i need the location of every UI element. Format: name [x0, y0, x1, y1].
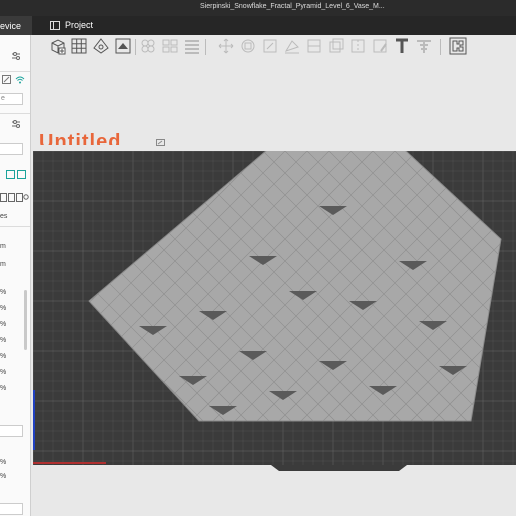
plate-name: Untitled: [39, 131, 122, 145]
lay-on-face-icon[interactable]: [283, 37, 301, 55]
unit-label: m: [0, 261, 6, 268]
move-icon[interactable]: [217, 37, 235, 55]
settings-sliders-icon[interactable]: [11, 51, 21, 61]
y-axis-line: [33, 390, 35, 450]
build-plate[interactable]: [33, 151, 516, 465]
project-icon: [50, 21, 60, 30]
rename-plate-icon[interactable]: [156, 139, 165, 146]
title-bar: Sierpinski_Snowflake_Fractal_Pyramid_Lev…: [0, 0, 516, 16]
support-paint-icon[interactable]: [327, 37, 345, 55]
seam-paint-icon[interactable]: [349, 37, 367, 55]
grid-arrange-icon[interactable]: [70, 37, 88, 55]
tab-bar: evice Project: [0, 16, 516, 35]
split-parts-icon[interactable]: [161, 37, 179, 55]
unit-label: %: [0, 473, 7, 480]
filament-field-text: e: [1, 95, 5, 102]
toolbar-separator: [135, 39, 136, 55]
setting-field[interactable]: [0, 503, 23, 515]
edit-icon[interactable]: [2, 75, 11, 84]
plate-handle: [33, 462, 407, 471]
unit-label: %: [0, 459, 7, 466]
sierpinski-pyramid-model[interactable]: [33, 151, 516, 465]
3d-viewport[interactable]: Untitled: [31, 35, 516, 516]
orient-icon[interactable]: [92, 37, 110, 55]
section-label: es: [0, 213, 8, 220]
divider: [0, 226, 30, 227]
rotate-icon[interactable]: [239, 37, 257, 55]
scale-icon[interactable]: [261, 37, 279, 55]
unit-label: %: [0, 353, 7, 360]
compare-icon[interactable]: [6, 170, 26, 179]
split-objects-icon[interactable]: [139, 37, 157, 55]
measure-icon[interactable]: [415, 37, 433, 55]
assembly-icon[interactable]: [449, 37, 467, 55]
unit-label: m: [0, 243, 6, 250]
setting-field[interactable]: [0, 425, 23, 437]
tab-project-label: Project: [65, 20, 94, 30]
cut-icon[interactable]: [305, 37, 323, 55]
text-icon[interactable]: [393, 37, 411, 55]
process-tool-icons[interactable]: [0, 193, 29, 202]
unit-label: %: [0, 369, 7, 376]
plate-settings-icon[interactable]: [114, 37, 132, 55]
divider: [0, 113, 30, 114]
sidebar-scrollbar[interactable]: [24, 290, 27, 350]
left-sidebar: e es m m % % % % % % % % %: [0, 35, 31, 516]
color-paint-icon[interactable]: [371, 37, 389, 55]
toolbar: [47, 37, 471, 59]
tab-device[interactable]: evice: [0, 16, 32, 35]
divider: [0, 71, 30, 72]
wifi-icon[interactable]: [15, 75, 25, 84]
toolbar-separator: [205, 39, 206, 55]
process-field[interactable]: [0, 143, 23, 155]
settings-sliders-icon[interactable]: [11, 119, 21, 129]
add-cube-icon[interactable]: [49, 37, 67, 55]
toolbar-separator: [440, 39, 441, 55]
unit-label: %: [0, 385, 7, 392]
filament-field[interactable]: e: [0, 93, 23, 105]
tab-device-label: evice: [0, 21, 22, 31]
layers-icon[interactable]: [183, 37, 201, 55]
window-title: Sierpinski_Snowflake_Fractal_Pyramid_Lev…: [200, 3, 385, 10]
